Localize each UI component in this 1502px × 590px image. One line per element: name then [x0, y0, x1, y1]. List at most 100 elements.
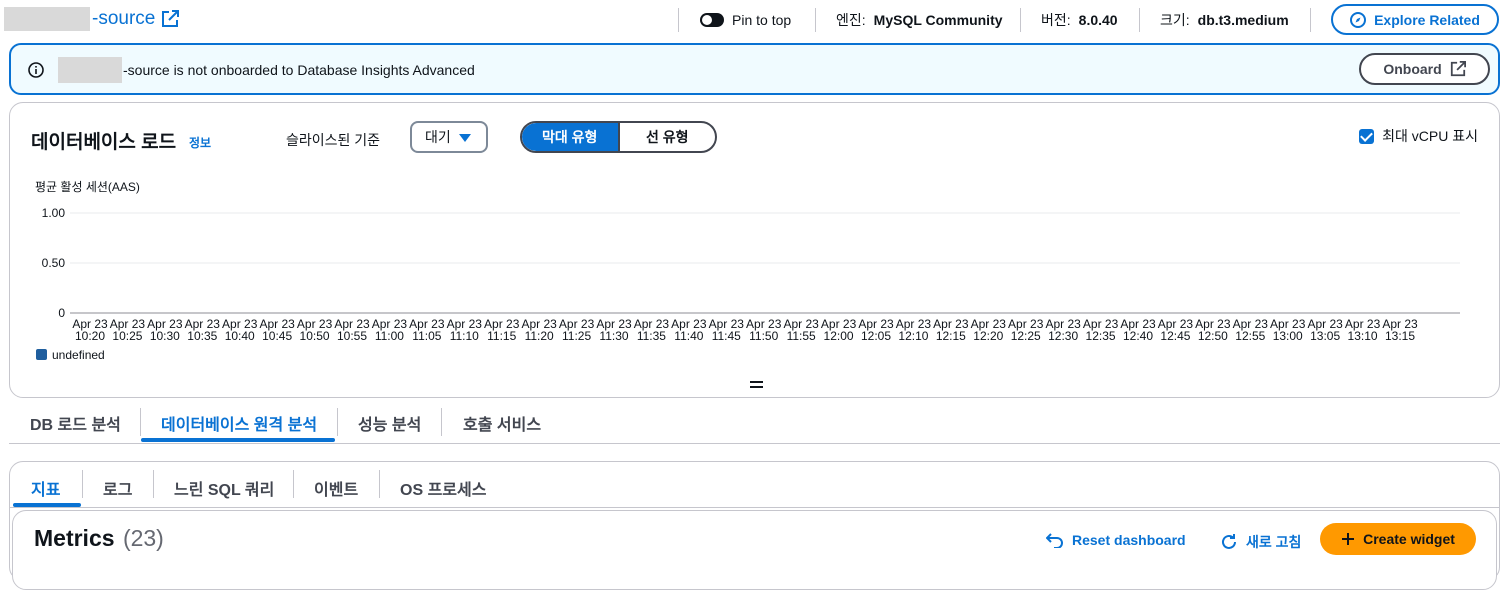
x-tick-label: 11:50 — [749, 329, 778, 343]
info-banner: -source is not onboarded to Database Ins… — [9, 43, 1500, 95]
x-tick-label: 10:20 — [75, 329, 105, 343]
refresh-button[interactable]: 새로 고침 — [1220, 532, 1301, 552]
active-tab-indicator — [13, 503, 81, 507]
refresh-icon — [1222, 534, 1236, 549]
active-tab-indicator — [141, 438, 335, 442]
x-tick-label: 12:20 — [973, 329, 1003, 343]
engine-info: 엔진: MySQL Community — [836, 10, 1003, 30]
reset-dashboard-button[interactable]: Reset dashboard — [1046, 532, 1186, 548]
vcpu-label: 최대 vCPU 표시 — [1382, 128, 1478, 144]
external-link-icon — [1450, 61, 1466, 77]
x-tick-label: 10:50 — [300, 329, 330, 343]
panel-title: 데이터베이스 로드 — [31, 132, 177, 153]
create-widget-label: Create widget — [1363, 531, 1455, 547]
x-tick-label: 11:45 — [712, 329, 741, 343]
legend-label: undefined — [52, 348, 105, 362]
divider — [1139, 8, 1140, 32]
sub-tabs: 지표 로그 느린 SQL 쿼리 이벤트 OS 프로세스 — [10, 462, 1499, 508]
metrics-container: Metrics (23) Reset dashboard 새로 고침 Creat… — [12, 510, 1497, 590]
slice-select-value: 대기 — [425, 129, 451, 145]
x-tick-label: 10:25 — [112, 329, 142, 343]
x-tick-label: 11:20 — [525, 329, 554, 343]
refresh-label: 새로 고침 — [1246, 534, 1302, 550]
toggle-switch[interactable] — [700, 13, 724, 27]
redacted-name — [58, 57, 122, 83]
divider — [140, 408, 141, 436]
x-tick-label: 12:55 — [1235, 329, 1265, 343]
tab-telemetry[interactable]: 데이터베이스 원격 분석 — [161, 411, 317, 435]
x-tick-label: 11:35 — [637, 329, 666, 343]
x-tick-label: 11:55 — [787, 329, 816, 343]
tab-metrics[interactable]: 지표 — [31, 476, 60, 500]
divider — [337, 408, 338, 436]
explore-related-button[interactable]: Explore Related — [1331, 4, 1499, 35]
divider — [1310, 8, 1311, 32]
x-tick-label: 13:10 — [1348, 329, 1378, 343]
x-tick-label: 10:55 — [337, 329, 367, 343]
x-tick-label: 13:15 — [1385, 329, 1415, 343]
divider — [441, 408, 442, 436]
x-tick-label: 11:05 — [412, 329, 441, 343]
x-tick-label: 12:40 — [1123, 329, 1153, 343]
tab-calling-services[interactable]: 호출 서비스 — [463, 411, 541, 435]
slice-select[interactable]: 대기 — [410, 121, 488, 153]
x-tick-label: 12:25 — [1011, 329, 1041, 343]
info-icon — [28, 62, 44, 78]
divider — [82, 470, 83, 498]
checkbox-checked-icon[interactable] — [1359, 128, 1375, 144]
page-header: -source Pin to top 엔진: MySQL Community 버… — [0, 0, 1502, 40]
tab-slow-sql[interactable]: 느린 SQL 쿼리 — [174, 476, 274, 500]
external-link-icon[interactable] — [161, 10, 180, 28]
divider — [1020, 8, 1021, 32]
reset-dashboard-label: Reset dashboard — [1072, 532, 1186, 548]
engine-label: 엔진: — [836, 12, 866, 28]
x-tick-label: 11:40 — [674, 329, 703, 343]
x-tick-label: 10:45 — [262, 329, 292, 343]
x-tick-label: 12:30 — [1048, 329, 1078, 343]
explore-related-label: Explore Related — [1374, 11, 1480, 28]
tab-events[interactable]: 이벤트 — [314, 476, 358, 500]
db-title[interactable]: -source — [4, 7, 180, 31]
x-tick-label: 12:50 — [1198, 329, 1228, 343]
x-tick-label: 10:40 — [225, 329, 255, 343]
create-widget-button[interactable]: Create widget — [1320, 523, 1476, 555]
divider — [678, 8, 679, 32]
divider — [815, 8, 816, 32]
line-type-option[interactable]: 선 유형 — [617, 123, 716, 151]
x-tick-label: 11:00 — [375, 329, 404, 343]
onboard-button[interactable]: Onboard — [1359, 53, 1490, 85]
y-tick-label: 0.50 — [42, 256, 66, 270]
tab-os-processes[interactable]: OS 프로세스 — [400, 476, 486, 500]
engine-value: MySQL Community — [873, 12, 1003, 28]
size-value: db.t3.medium — [1197, 12, 1289, 28]
db-title-link[interactable]: -source — [92, 7, 155, 31]
pin-toggle[interactable]: Pin to top — [700, 10, 791, 30]
version-info: 버전: 8.0.40 — [1041, 10, 1118, 30]
tab-logs[interactable]: 로그 — [103, 476, 132, 500]
y-tick-label: 0 — [58, 306, 65, 320]
x-tick-label: 12:05 — [861, 329, 891, 343]
x-tick-label: 11:10 — [450, 329, 479, 343]
vcpu-checkbox[interactable]: 최대 vCPU 표시 — [1359, 126, 1478, 146]
x-tick-label: 12:15 — [936, 329, 966, 343]
y-axis-label: 평균 활성 세션(AAS) — [35, 180, 140, 194]
info-link[interactable]: 정보 — [189, 134, 211, 151]
onboard-label: Onboard — [1383, 61, 1442, 77]
tab-performance[interactable]: 성능 분석 — [358, 411, 421, 435]
pin-label: Pin to top — [732, 12, 792, 28]
x-tick-label: 12:00 — [824, 329, 854, 343]
bar-type-option[interactable]: 막대 유형 — [522, 123, 618, 151]
y-tick-label: 1.00 — [42, 206, 66, 220]
db-load-chart: 평균 활성 세션(AAS)1.000.500Apr 2310:20Apr 231… — [35, 180, 1460, 362]
resize-handle[interactable] — [750, 381, 763, 389]
tab-db-load[interactable]: DB 로드 분석 — [30, 411, 121, 435]
plus-icon — [1342, 533, 1355, 545]
banner-message: -source is not onboarded to Database Ins… — [123, 62, 475, 78]
size-info: 크기: db.t3.medium — [1160, 10, 1289, 30]
slice-label: 슬라이스된 기준 — [286, 132, 381, 148]
telemetry-panel: 지표 로그 느린 SQL 쿼리 이벤트 OS 프로세스 Metrics (23)… — [9, 461, 1500, 590]
x-tick-label: 11:25 — [562, 329, 591, 343]
caret-down-icon — [459, 134, 471, 142]
x-tick-label: 13:00 — [1273, 329, 1303, 343]
x-tick-label: 12:45 — [1160, 329, 1190, 343]
